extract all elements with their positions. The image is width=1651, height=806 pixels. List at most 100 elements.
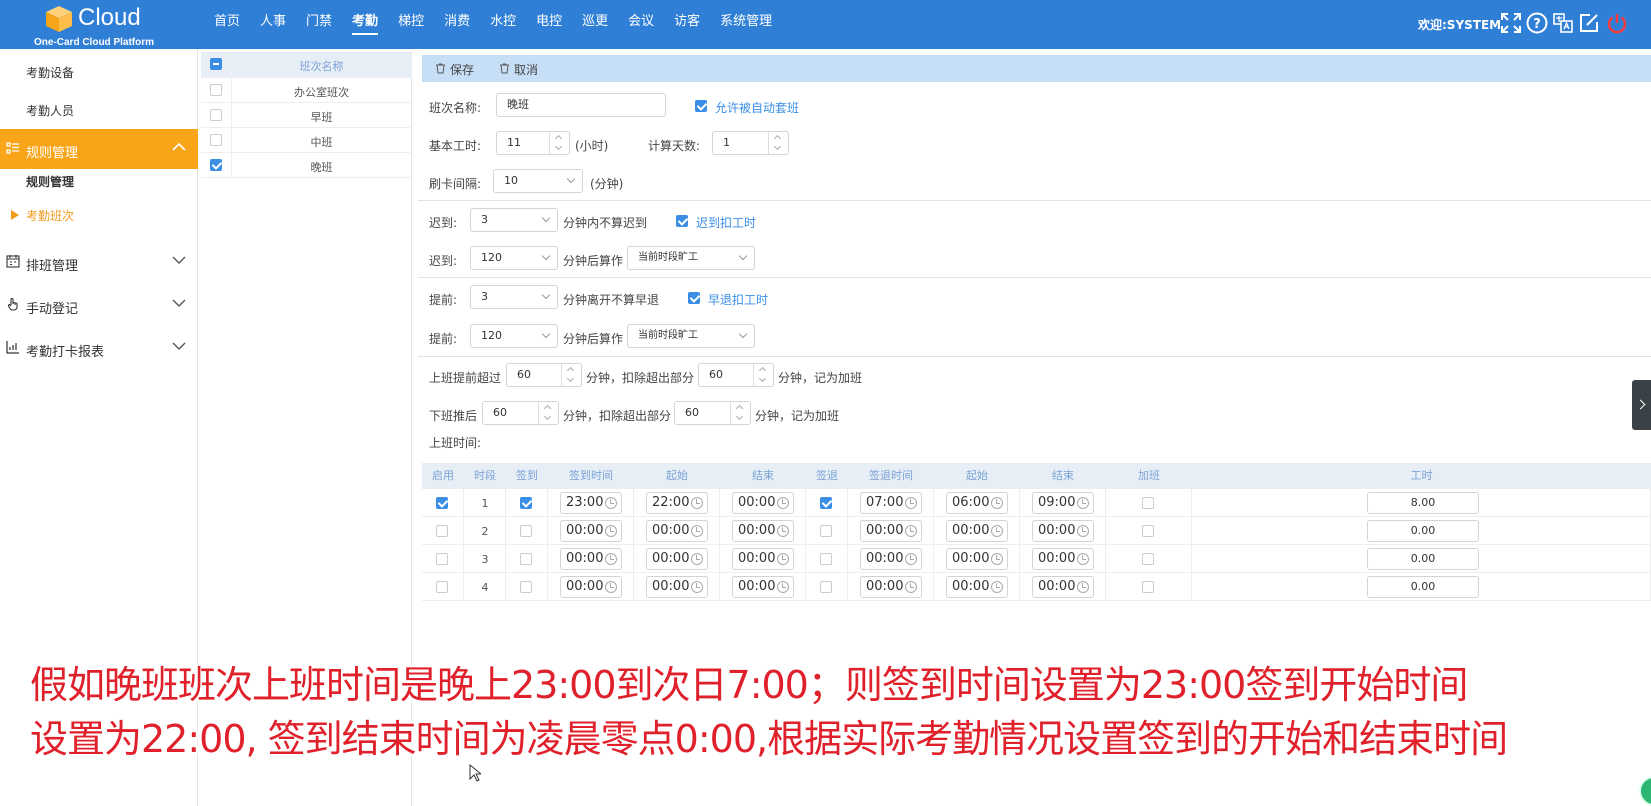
enabled-checkbox[interactable]: [436, 525, 448, 537]
overtime-checkbox[interactable]: [1142, 581, 1154, 593]
signout-checkbox[interactable]: [820, 497, 832, 509]
ot-after-input[interactable]: 60: [482, 401, 559, 425]
early-absent-mode-select[interactable]: 当前时段旷工: [627, 324, 755, 348]
signout-end-picker[interactable]: 09:00: [1032, 492, 1094, 514]
base-hours-spinner[interactable]: [549, 132, 569, 154]
shift-list-row[interactable]: 办公室班次: [201, 78, 412, 103]
row-checkbox[interactable]: [210, 84, 222, 96]
translate-icon[interactable]: [1552, 12, 1574, 34]
signin-start-picker[interactable]: 00:00: [646, 576, 708, 598]
work-hours-cell[interactable]: 0.00: [1367, 576, 1479, 598]
signout-time-picker[interactable]: 00:00: [860, 576, 922, 598]
signout-end-picker[interactable]: 00:00: [1032, 520, 1094, 542]
calc-days-spinner[interactable]: [768, 132, 788, 154]
app-logo[interactable]: Cloud One-Card Cloud Platform: [34, 2, 162, 48]
ot-before-deduct-input[interactable]: 60: [698, 363, 774, 387]
early-grace-select[interactable]: 3: [470, 285, 558, 309]
signout-end-picker[interactable]: 00:00: [1032, 576, 1094, 598]
signin-time-picker[interactable]: 23:00: [560, 492, 622, 514]
signout-end-picker[interactable]: 00:00: [1032, 548, 1094, 570]
overtime-checkbox[interactable]: [1142, 525, 1154, 537]
signin-time-picker[interactable]: 00:00: [560, 576, 622, 598]
ot-before-deduct-spinner[interactable]: [753, 364, 773, 386]
nav-item[interactable]: 巡更: [572, 0, 618, 49]
signin-checkbox[interactable]: [520, 553, 532, 565]
late-absent-select[interactable]: 120: [470, 246, 558, 270]
power-icon[interactable]: [1606, 12, 1628, 34]
nav-item[interactable]: 考勤: [342, 0, 388, 49]
nav-item[interactable]: 访客: [664, 0, 710, 49]
ot-before-spinner[interactable]: [561, 364, 581, 386]
enabled-checkbox[interactable]: [436, 497, 448, 509]
fullscreen-icon[interactable]: [1500, 12, 1522, 34]
ot-after-deduct-input[interactable]: 60: [674, 401, 751, 425]
sidebar-group-scheduling[interactable]: 排班管理: [0, 242, 198, 282]
auto-assign-checkbox[interactable]: [695, 100, 707, 112]
signout-checkbox[interactable]: [820, 525, 832, 537]
help-icon[interactable]: ?: [1526, 12, 1548, 34]
work-hours-cell[interactable]: 0.00: [1367, 520, 1479, 542]
nav-item[interactable]: 首页: [204, 0, 250, 49]
enabled-checkbox[interactable]: [436, 581, 448, 593]
signin-end-picker[interactable]: 00:00: [732, 576, 794, 598]
signin-start-picker[interactable]: 00:00: [646, 520, 708, 542]
nav-item[interactable]: 水控: [480, 0, 526, 49]
signout-start-picker[interactable]: 00:00: [946, 548, 1008, 570]
work-hours-cell[interactable]: 8.00: [1367, 492, 1479, 514]
nav-item[interactable]: 人事: [250, 0, 296, 49]
late-absent-mode-select[interactable]: 当前时段旷工: [627, 246, 755, 270]
nav-item[interactable]: 会议: [618, 0, 664, 49]
signin-checkbox[interactable]: [520, 497, 532, 509]
select-all-checkbox[interactable]: [210, 58, 222, 70]
row-checkbox[interactable]: [210, 159, 222, 171]
shift-name-input[interactable]: 晚班: [496, 93, 666, 117]
nav-item[interactable]: 门禁: [296, 0, 342, 49]
cancel-button[interactable]: 取消: [514, 61, 538, 78]
signout-checkbox[interactable]: [820, 553, 832, 565]
signin-time-picker[interactable]: 00:00: [560, 548, 622, 570]
late-deduct-checkbox[interactable]: [676, 215, 688, 227]
sidebar-group-report[interactable]: 考勤打卡报表: [0, 328, 198, 368]
signin-checkbox[interactable]: [520, 581, 532, 593]
sidebar-item-attendance-shift[interactable]: 考勤班次: [26, 207, 74, 224]
nav-item[interactable]: 消费: [434, 0, 480, 49]
signin-end-picker[interactable]: 00:00: [732, 520, 794, 542]
signin-checkbox[interactable]: [520, 525, 532, 537]
overtime-checkbox[interactable]: [1142, 553, 1154, 565]
save-button[interactable]: 保存: [450, 61, 474, 78]
card-interval-select[interactable]: 10: [493, 169, 583, 193]
base-hours-input[interactable]: 11: [496, 131, 570, 155]
sidebar-item-rule-mgmt[interactable]: 规则管理: [26, 173, 74, 190]
shift-list-row[interactable]: 晚班: [201, 153, 412, 178]
ot-before-input[interactable]: 60: [506, 363, 582, 387]
sidebar-group-manual[interactable]: 手动登记: [0, 285, 198, 325]
corner-badge-icon[interactable]: [1636, 776, 1651, 806]
early-deduct-checkbox[interactable]: [688, 292, 700, 304]
nav-item[interactable]: 系统管理: [710, 0, 782, 49]
overtime-checkbox[interactable]: [1142, 497, 1154, 509]
sidebar-group-rules[interactable]: 规则管理: [0, 129, 198, 169]
enabled-checkbox[interactable]: [436, 553, 448, 565]
signout-time-picker[interactable]: 07:00: [860, 492, 922, 514]
signout-time-picker[interactable]: 00:00: [860, 548, 922, 570]
calc-days-input[interactable]: 1: [712, 131, 789, 155]
signout-start-picker[interactable]: 06:00: [946, 492, 1008, 514]
sidebar-item-devices[interactable]: 考勤设备: [26, 64, 74, 81]
sidebar-item-personnel[interactable]: 考勤人员: [26, 102, 74, 119]
ot-after-deduct-spinner[interactable]: [730, 402, 750, 424]
signin-start-picker[interactable]: 22:00: [646, 492, 708, 514]
signin-end-picker[interactable]: 00:00: [732, 548, 794, 570]
edit-icon[interactable]: [1578, 12, 1600, 34]
signin-time-picker[interactable]: 00:00: [560, 520, 622, 542]
signout-time-picker[interactable]: 00:00: [860, 520, 922, 542]
late-grace-select[interactable]: 3: [470, 208, 558, 232]
shift-list-row[interactable]: 早班: [201, 103, 412, 128]
row-checkbox[interactable]: [210, 109, 222, 121]
work-hours-cell[interactable]: 0.00: [1367, 548, 1479, 570]
signout-start-picker[interactable]: 00:00: [946, 576, 1008, 598]
row-checkbox[interactable]: [210, 134, 222, 146]
signout-checkbox[interactable]: [820, 581, 832, 593]
nav-item[interactable]: 梯控: [388, 0, 434, 49]
nav-item[interactable]: 电控: [526, 0, 572, 49]
ot-after-spinner[interactable]: [538, 402, 558, 424]
